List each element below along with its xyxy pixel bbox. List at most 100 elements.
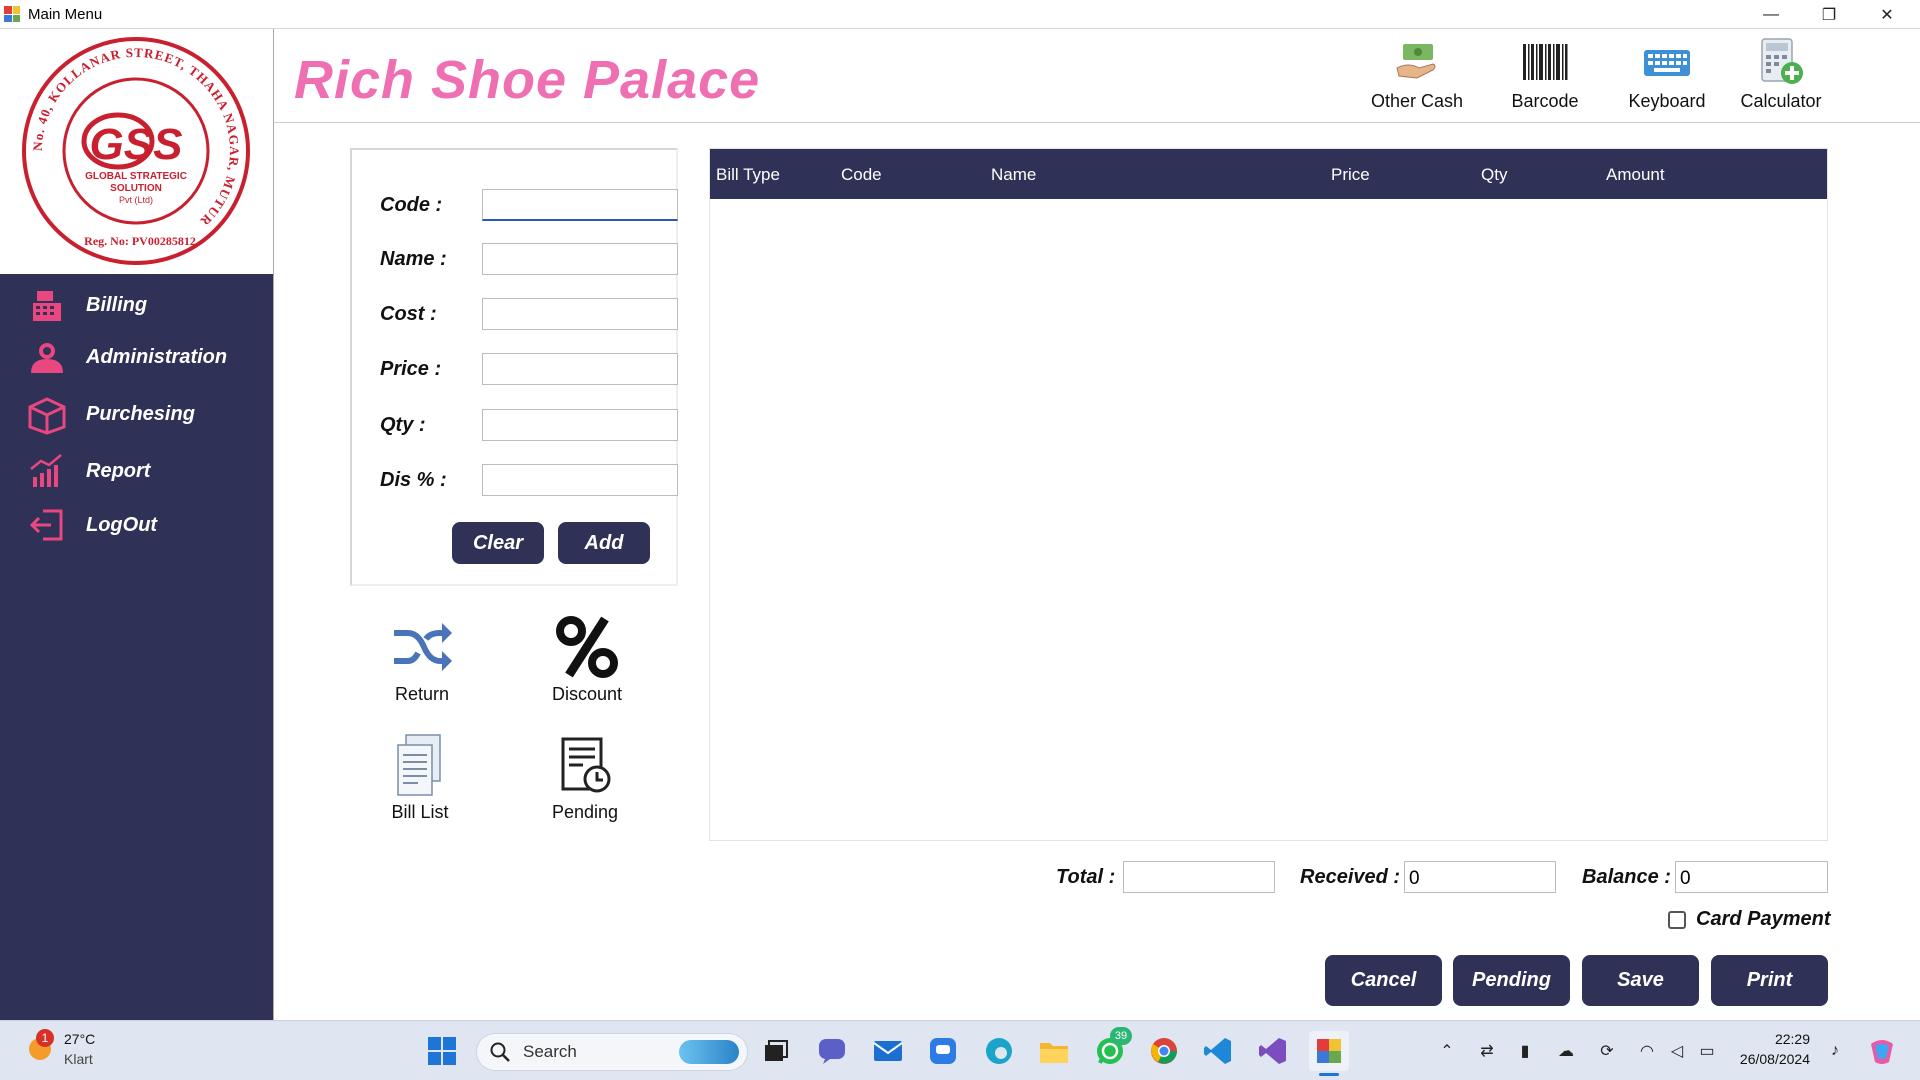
quick-action-label: Bill List	[391, 802, 449, 822]
sidebar-item-billing[interactable]: Billing	[0, 279, 273, 331]
name-input[interactable]	[482, 243, 678, 275]
logo-center-text: GSS	[90, 120, 183, 169]
windows-taskbar: 1 27°C Klart Search 39 ⌃ ⇄ ▮ ☁ ⟳ ◠ ◁ ▭ 2…	[0, 1020, 1920, 1080]
volume-icon[interactable]: ◁	[1664, 1039, 1690, 1063]
clock-time[interactable]: 22:29	[1730, 1031, 1810, 1047]
mail-icon[interactable]	[868, 1031, 908, 1071]
edge-browser-icon[interactable]	[979, 1031, 1019, 1071]
task-view-icon[interactable]	[756, 1031, 796, 1071]
barcode-icon	[1520, 37, 1570, 87]
vscode-icon[interactable]	[1198, 1031, 1238, 1071]
column-header-qty[interactable]: Qty	[1481, 165, 1507, 185]
sidebar-item-label: LogOut	[86, 513, 158, 536]
qty-input[interactable]	[482, 409, 678, 441]
column-header-bill-type[interactable]: Bill Type	[716, 165, 780, 185]
weather-widget[interactable]: 1	[24, 1029, 64, 1071]
keyboard-icon	[1642, 37, 1692, 87]
sidebar-item-label: Billing	[86, 293, 148, 316]
register-icon	[24, 285, 70, 325]
clear-button[interactable]: Clear	[452, 522, 544, 564]
item-entry-panel: Code : Name : Cost : Price : Qty : Dis %…	[350, 148, 678, 586]
teams-chat-icon[interactable]	[812, 1031, 852, 1071]
sidebar-item-purchesing[interactable]: Purchesing	[0, 388, 273, 440]
add-button[interactable]: Add	[558, 522, 650, 564]
battery-icon[interactable]: ▭	[1694, 1039, 1720, 1063]
file-explorer-icon[interactable]	[1034, 1031, 1074, 1071]
bill-list-button[interactable]: Bill List	[360, 732, 480, 832]
calculator-icon	[1756, 37, 1806, 87]
messenger-icon[interactable]	[923, 1031, 963, 1071]
received-label: Received :	[1300, 866, 1401, 888]
pos-app-taskbar-icon[interactable]	[1309, 1031, 1349, 1076]
bill-items-grid[interactable]: Bill Type Code Name Price Qty Amount	[709, 148, 1828, 841]
calculator-button[interactable]: Calculator	[1726, 37, 1836, 117]
column-header-code[interactable]: Code	[841, 165, 882, 185]
clock-date[interactable]: 26/08/2024	[1722, 1051, 1810, 1067]
quick-action-label: Return	[394, 684, 450, 704]
users-icon	[24, 337, 70, 377]
pending-button[interactable]: Pending	[1453, 955, 1570, 1006]
price-label: Price :	[380, 357, 442, 380]
pending-list-button[interactable]: Pending	[525, 732, 645, 832]
name-row: Name :	[380, 242, 678, 276]
grid-header: Bill Type Code Name Price Qty Amount	[710, 149, 1827, 199]
restore-button[interactable]: ❐	[1800, 0, 1858, 29]
card-payment-checkbox[interactable]: Card Payment	[1668, 908, 1831, 931]
start-button[interactable]	[422, 1031, 462, 1071]
sidebar-item-report[interactable]: Report	[0, 445, 273, 497]
wifi-icon[interactable]: ◠	[1634, 1039, 1660, 1063]
bar-chart-tray-icon[interactable]: ▮	[1512, 1039, 1538, 1063]
total-label: Total :	[1056, 866, 1116, 888]
checkbox-box[interactable]	[1668, 910, 1686, 929]
sync-icon[interactable]: ⟳	[1594, 1039, 1620, 1063]
total-input[interactable]	[1123, 861, 1275, 893]
cancel-button[interactable]: Cancel	[1325, 955, 1442, 1006]
taskbar-search[interactable]: Search	[476, 1033, 748, 1071]
save-button[interactable]: Save	[1582, 955, 1699, 1006]
cost-input[interactable]	[482, 298, 678, 330]
chevron-up-icon[interactable]: ⌃	[1434, 1039, 1460, 1063]
shuffle-icon	[387, 614, 457, 680]
sidebar-item-logout[interactable]: LogOut	[0, 499, 273, 551]
cash-hand-icon	[1392, 37, 1442, 87]
column-header-amount[interactable]: Amount	[1606, 165, 1665, 185]
logo-sub-text-3: Pvt (Ltd)	[119, 195, 153, 205]
code-input[interactable]	[482, 189, 678, 221]
sidebar-item-administration[interactable]: Administration	[0, 331, 273, 383]
discount-label: Dis % :	[380, 468, 447, 491]
windows-logo-icon	[428, 1037, 456, 1065]
notification-bell-icon[interactable]: ♪	[1822, 1039, 1848, 1063]
name-label: Name :	[380, 247, 447, 270]
received-input[interactable]	[1404, 861, 1556, 893]
code-row: Code :	[380, 188, 678, 222]
barcode-button[interactable]: Barcode	[1490, 37, 1600, 117]
balance-input[interactable]	[1675, 861, 1828, 893]
company-logo-stamp: No. 40, KOLLANAR STREET, THAHA NAGAR, MU…	[22, 37, 250, 265]
column-header-name[interactable]: Name	[991, 165, 1036, 185]
keyboard-button[interactable]: Keyboard	[1612, 37, 1722, 117]
price-input[interactable]	[482, 353, 678, 385]
weather-badge: 1	[36, 1029, 54, 1047]
visual-studio-icon[interactable]	[1253, 1031, 1293, 1071]
quick-action-label: Discount	[551, 684, 623, 704]
print-button[interactable]: Print	[1711, 955, 1828, 1006]
search-icon	[490, 1042, 510, 1062]
whatsapp-icon[interactable]: 39	[1090, 1027, 1132, 1071]
column-header-price[interactable]: Price	[1331, 165, 1370, 185]
discount-input[interactable]	[482, 464, 678, 496]
discount-button[interactable]: Discount	[527, 614, 647, 714]
minimize-button[interactable]: —	[1742, 0, 1800, 29]
return-button[interactable]: Return	[362, 614, 482, 714]
tool-label: Barcode	[1511, 91, 1579, 111]
logo-reg-text: Reg. No: PV00285812	[84, 234, 196, 248]
search-highlight-icon	[679, 1040, 739, 1064]
qty-row: Qty :	[380, 408, 678, 442]
header: Rich Shoe Palace Other Cash Barcode Keyb…	[273, 29, 1920, 123]
copilot-icon[interactable]	[1862, 1031, 1902, 1071]
close-button[interactable]: ✕	[1858, 0, 1916, 29]
chrome-icon[interactable]	[1144, 1031, 1184, 1071]
transfer-icon[interactable]: ⇄	[1474, 1039, 1500, 1063]
logo-sub-text-1: GLOBAL STRATEGIC	[85, 171, 187, 182]
other-cash-button[interactable]: Other Cash	[1362, 37, 1472, 117]
cloud-icon[interactable]: ☁	[1553, 1039, 1579, 1063]
